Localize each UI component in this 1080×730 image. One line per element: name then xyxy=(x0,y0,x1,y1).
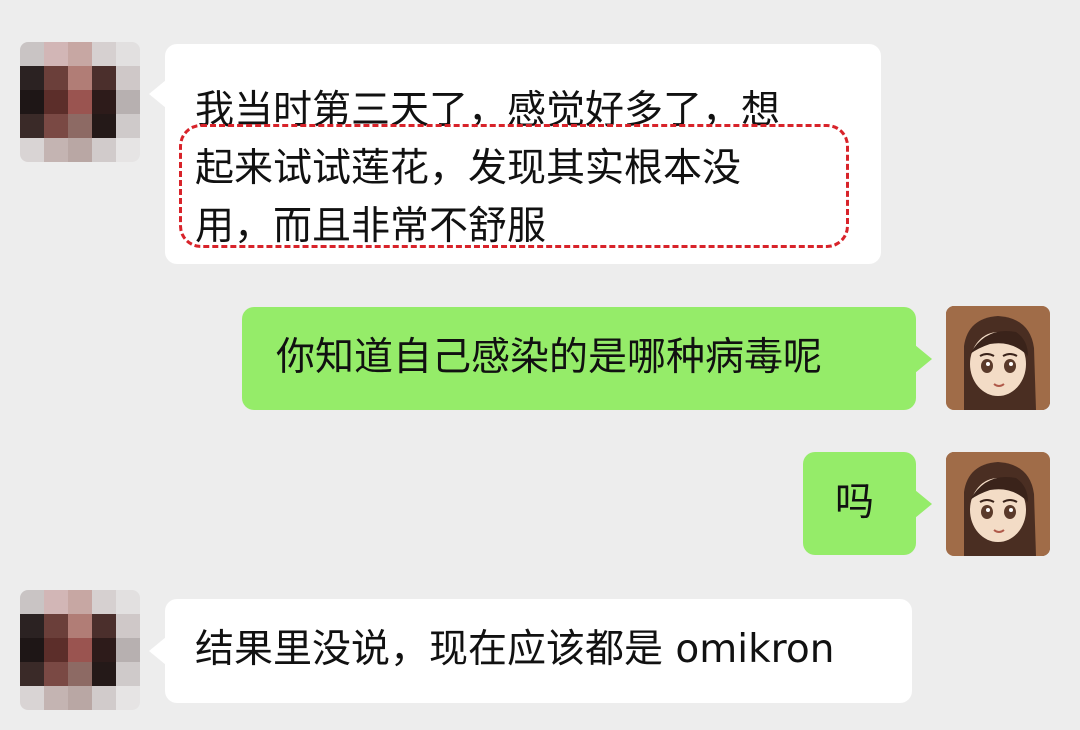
incoming-message-bubble[interactable]: 我当时第三天了，感觉好多了，想 起来试试莲花，发现其实根本没 用，而且非常不舒服 xyxy=(149,44,881,264)
self-avatar[interactable] xyxy=(946,306,1050,410)
self-avatar[interactable] xyxy=(946,452,1050,556)
bubble-tail xyxy=(149,637,166,665)
contact-avatar[interactable] xyxy=(20,42,140,162)
bubble-tail xyxy=(915,490,932,518)
pixelated-avatar-icon xyxy=(20,590,140,710)
message-text: 结果里没说，现在应该都是 omikron xyxy=(195,627,835,672)
anime-girl-avatar-icon xyxy=(946,306,1050,410)
pixelated-avatar-icon xyxy=(20,42,140,162)
bubble-tail xyxy=(149,80,166,108)
highlight-box xyxy=(179,124,849,248)
message-text: 吗 xyxy=(835,480,875,525)
outgoing-message-bubble[interactable]: 你知道自己感染的是哪种病毒呢 xyxy=(242,307,932,410)
incoming-message-bubble[interactable]: 结果里没说，现在应该都是 omikron xyxy=(149,599,912,703)
contact-avatar[interactable] xyxy=(20,590,140,710)
anime-girl-avatar-icon xyxy=(946,452,1050,556)
bubble-tail xyxy=(915,345,932,373)
message-text: 你知道自己感染的是哪种病毒呢 xyxy=(276,335,823,380)
outgoing-message-bubble[interactable]: 吗 xyxy=(803,452,932,555)
